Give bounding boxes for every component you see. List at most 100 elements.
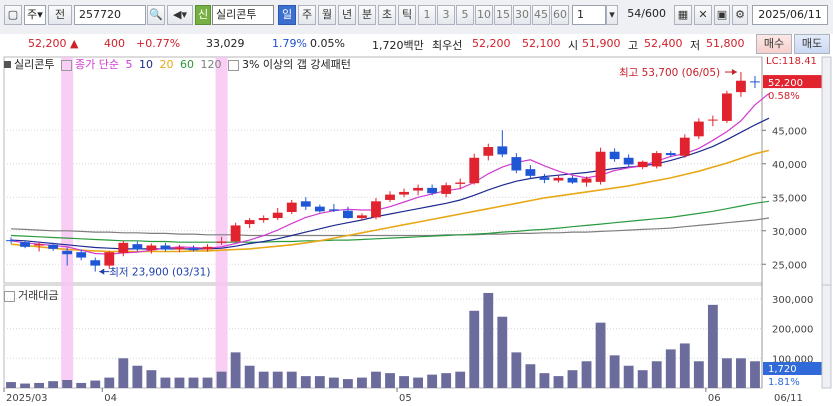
interval-1[interactable]: 1 [418, 5, 436, 25]
tab-1[interactable]: 주 [298, 5, 316, 25]
price-chart[interactable]: 45,00040,00035,00030,00025,000300,000200… [0, 54, 833, 406]
candle-body [146, 245, 157, 251]
chart-settings-icon[interactable]: ▦ [674, 5, 692, 25]
tab-6[interactable]: 틱 [398, 5, 416, 25]
save-icon[interactable]: ▣ [714, 5, 730, 25]
chart-legend: 실리콘투 종가 단순 5 10 20 60 120 3% 이상의 갭 강세패턴 [4, 56, 351, 72]
buy-button[interactable]: 매수 [756, 34, 792, 54]
candle-body [539, 177, 550, 180]
candle-body [736, 80, 746, 93]
interval-5[interactable]: 5 [456, 5, 474, 25]
x-tick-label: 06 [708, 393, 721, 404]
interval-60[interactable]: 60 [551, 5, 569, 25]
candle-body [483, 147, 494, 156]
quote-bar: 52,200 ▲ 400 +0.77% 33,029 1.79% 0.05% 1… [0, 34, 833, 55]
count-field[interactable]: 54/600 [622, 5, 668, 25]
volume-bar [90, 380, 101, 388]
tab-0[interactable]: 일 [278, 5, 296, 25]
new-badge: 신 [195, 5, 211, 25]
volume-tick-label: 300,000 [772, 295, 813, 306]
volume-bar [118, 358, 129, 388]
candle-body [272, 212, 283, 219]
search-icon[interactable]: 🔍 [147, 5, 165, 25]
candle-body [679, 137, 690, 156]
volume-bar [525, 364, 536, 388]
last-pct-label: 0.58% [768, 91, 800, 102]
candle-body [441, 185, 452, 194]
high-label: 고 [628, 39, 639, 52]
candle-body [623, 157, 634, 165]
legend-ma20: 20 [159, 58, 174, 71]
candle-body [6, 240, 16, 242]
sell-button[interactable]: 매도 [794, 34, 830, 54]
market-select[interactable]: 주▾ [24, 5, 46, 25]
interval-10[interactable]: 10 [475, 5, 493, 25]
crosshair-icon[interactable]: ✕ [694, 5, 712, 25]
date-field[interactable]: 2025/06/11 [752, 5, 828, 25]
volume-bar [146, 370, 157, 388]
candle-body [693, 121, 704, 137]
legend-marker-icon [4, 61, 11, 68]
speaker-icon[interactable]: ◀▾ [167, 5, 193, 25]
legend-stock-name: 실리콘투 [14, 58, 55, 71]
legend-ma120: 120 [200, 58, 222, 71]
low-value: 51,800 [706, 37, 745, 50]
volume-bar [539, 373, 550, 388]
candle-body [721, 93, 732, 121]
legend-toggle-icon[interactable] [60, 59, 72, 71]
candle-body [357, 215, 367, 219]
volume-scrollbar [821, 284, 832, 389]
period-button[interactable]: 전 [48, 5, 72, 25]
volume-bar [20, 383, 30, 388]
candle-body [20, 242, 30, 247]
interval-input[interactable]: 1 [572, 5, 606, 25]
volume-bar [371, 371, 381, 388]
volume-bar [174, 377, 185, 388]
price-scrollbar [821, 56, 832, 286]
legend-toggle-icon[interactable] [227, 59, 239, 71]
volume-bar [272, 371, 283, 388]
candle-body [244, 220, 255, 225]
volume-bar [651, 361, 662, 388]
ratio: 0.05% [310, 37, 345, 50]
volume-bar [553, 376, 564, 388]
volume-bar [736, 358, 746, 388]
volume-bar [721, 358, 732, 388]
candle-body [258, 218, 269, 221]
dropdown-icon[interactable]: ▾ [606, 5, 618, 25]
volume-toggle-icon[interactable] [4, 290, 15, 302]
code-input[interactable]: 257720 [74, 5, 146, 25]
price-tick-label: 30,000 [772, 227, 807, 238]
menu-icon[interactable]: ▢ [4, 5, 22, 25]
volume-bar [328, 377, 339, 388]
volume-bar [314, 376, 325, 388]
candle-body [665, 153, 676, 156]
volume-bar [300, 376, 311, 388]
interval-3[interactable]: 3 [437, 5, 455, 25]
candle-body [286, 202, 297, 213]
interval-45[interactable]: 45 [532, 5, 550, 25]
volume-bar [34, 382, 45, 388]
interval-15[interactable]: 15 [494, 5, 512, 25]
volume-bar [497, 316, 508, 388]
volume: 33,029 [206, 37, 245, 50]
high-annotation: 최고 53,700 (06/05) [619, 67, 720, 79]
gear-icon[interactable]: ⚙ [732, 5, 748, 25]
tab-5[interactable]: 초 [378, 5, 396, 25]
x-tick-label: 05 [399, 393, 412, 404]
toolbar: ▢ 주▾ 전 257720 🔍 ◀▾ 신 실리콘투 일주월년분초틱 1 3 5 10 1… [0, 0, 833, 35]
tab-2[interactable]: 월 [318, 5, 336, 25]
candle-body [581, 178, 592, 183]
volume-bar [623, 365, 634, 388]
volume-bar [595, 322, 606, 388]
candle-body [76, 252, 87, 258]
candle-body [300, 201, 311, 207]
best-bid: 52,100 [522, 37, 561, 50]
volume-bar [609, 355, 620, 388]
price-tick-label: 25,000 [772, 260, 807, 271]
candle-body [62, 250, 73, 255]
interval-30[interactable]: 30 [513, 5, 531, 25]
tab-3[interactable]: 년 [338, 5, 356, 25]
tab-4[interactable]: 분 [358, 5, 376, 25]
volume-bar [413, 377, 424, 388]
